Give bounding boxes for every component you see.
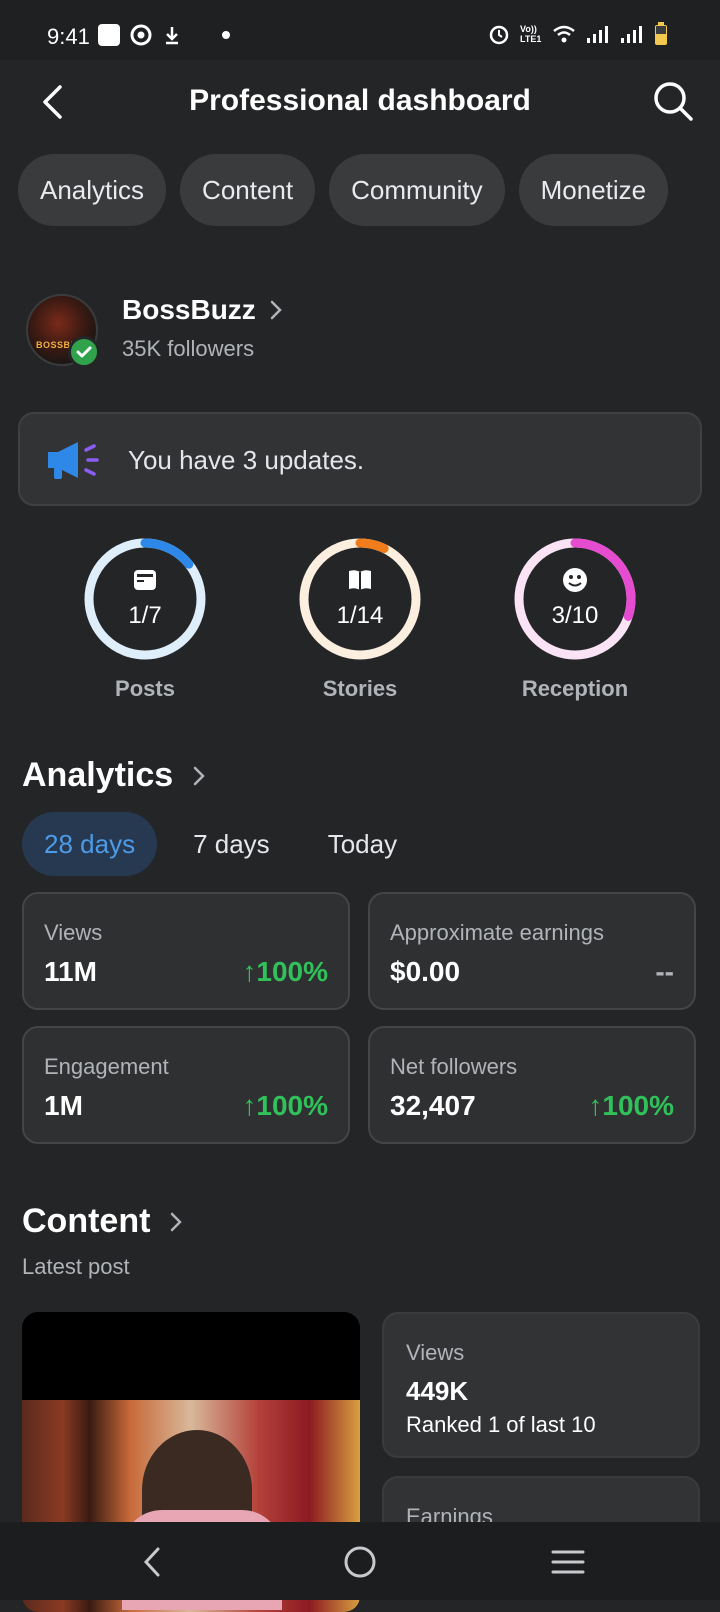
metric-value: 1M <box>44 1090 83 1121</box>
ring-reception[interactable]: 3/10 Reception <box>512 536 638 701</box>
chip-analytics[interactable]: Analytics <box>18 154 167 226</box>
search-button[interactable] <box>648 76 698 126</box>
metric-delta-value: 100% <box>602 1090 674 1121</box>
ring-value: 1/7 <box>128 602 162 629</box>
tab-28-days[interactable]: 28 days <box>22 812 158 876</box>
views-rank: Ranked 1 of last 10 <box>406 1412 596 1437</box>
metric-delta: ↑100% <box>242 956 328 988</box>
nav-back-button[interactable] <box>128 1538 176 1586</box>
metric-value: 11M <box>44 956 97 987</box>
header: Professional dashboard <box>0 60 720 148</box>
progress-ring <box>84 538 206 660</box>
check-icon <box>76 346 92 358</box>
ring-label: Stories <box>322 676 398 701</box>
progress-ring <box>299 538 421 660</box>
metric-delta-value: -- <box>655 956 674 987</box>
alarm-icon <box>489 25 509 45</box>
nav-home-button[interactable] <box>336 1538 384 1586</box>
tab-today[interactable]: Today <box>306 812 419 876</box>
chevron-right-icon <box>270 300 282 320</box>
menu-icon <box>551 1550 585 1574</box>
metric-card-engagement[interactable]: Engagement 1M ↑100% <box>22 1026 350 1144</box>
metric-label: Approximate earnings <box>390 920 605 945</box>
progress-ring <box>514 538 636 660</box>
verified-badge <box>68 336 100 368</box>
back-icon <box>143 1547 160 1577</box>
content-header[interactable]: Content <box>22 1202 183 1241</box>
views-value: 449K <box>406 1376 469 1406</box>
book-icon <box>349 570 371 590</box>
analytics-header[interactable]: Analytics <box>22 756 205 795</box>
ring-value: 3/10 <box>551 602 599 629</box>
metric-value: $0.00 <box>390 956 461 987</box>
dot-icon <box>222 31 230 39</box>
tab-7-days[interactable]: 7 days <box>171 812 292 876</box>
metric-label: Engagement <box>44 1054 169 1079</box>
ring-value: 1/14 <box>336 602 384 629</box>
download-icon <box>166 27 178 45</box>
status-bar: 9:41 Vo)) LTE1 <box>0 0 720 60</box>
signal-icon <box>587 26 608 43</box>
section-chips: Analytics Content Community Monetize <box>18 154 669 226</box>
megaphone-icon <box>48 442 99 479</box>
profile-name: BossBuzz <box>122 294 256 325</box>
post-icon <box>134 570 156 590</box>
wifi-icon <box>553 25 575 43</box>
status-system-icons: Vo)) LTE1 <box>488 22 668 46</box>
chip-monetize[interactable]: Monetize <box>518 154 669 226</box>
smile-icon <box>563 568 587 592</box>
follower-count: 35K followers <box>122 336 255 361</box>
arrow-up-icon: ↑ <box>588 1090 603 1121</box>
ring-label: Posts <box>115 676 175 701</box>
updates-card[interactable]: You have 3 updates. <box>18 412 702 506</box>
chip-content[interactable]: Content <box>180 154 316 226</box>
section-title: Analytics <box>22 756 174 794</box>
views-label: Views <box>406 1340 465 1365</box>
signal-icon-2 <box>621 26 642 43</box>
home-icon <box>344 1546 376 1578</box>
metric-card-net-followers[interactable]: Net followers 32,407 ↑100% <box>368 1026 696 1144</box>
system-nav-bar <box>0 1522 720 1600</box>
profile-name-link[interactable]: BossBuzz <box>122 294 282 326</box>
nav-recents-button[interactable] <box>544 1538 592 1586</box>
metric-label: Net followers <box>390 1054 518 1079</box>
metric-card-earnings[interactable]: Approximate earnings $0.00 -- <box>368 892 696 1010</box>
arrow-up-icon: ↑ <box>242 956 257 987</box>
chevron-right-icon <box>171 1212 183 1231</box>
status-notification-icons <box>98 24 232 46</box>
metric-delta-value: 100% <box>256 956 328 987</box>
latest-post-label: Latest post <box>22 1254 130 1279</box>
updates-text: You have 3 updates. <box>128 445 365 475</box>
chrome-icon <box>130 24 152 46</box>
ring-stories[interactable]: 1/14 Stories <box>297 536 423 701</box>
page-title: Professional dashboard <box>189 84 531 117</box>
metric-card-views[interactable]: Views 11M ↑100% <box>22 892 350 1010</box>
latest-post-views-card[interactable]: Views 449K Ranked 1 of last 10 <box>382 1312 700 1458</box>
chevron-right-icon <box>193 766 205 785</box>
status-time: 9:41 <box>47 24 90 49</box>
metric-delta: ↑100% <box>588 1090 674 1122</box>
ring-label: Reception <box>521 676 629 701</box>
ring-posts[interactable]: 1/7 Posts <box>82 536 208 701</box>
metric-delta-value: 100% <box>256 1090 328 1121</box>
metric-value: 32,407 <box>390 1090 476 1121</box>
date-range-tabs: 28 days 7 days Today <box>22 812 419 876</box>
search-icon <box>654 82 693 121</box>
arrow-up-icon: ↑ <box>242 1090 257 1121</box>
metric-delta: ↑100% <box>242 1090 328 1122</box>
network-label: Vo)) LTE1 <box>520 24 542 44</box>
chip-community[interactable]: Community <box>329 154 505 226</box>
section-title: Content <box>22 1202 151 1240</box>
metric-label: Views <box>44 920 103 945</box>
battery-icon <box>655 22 667 45</box>
app-notification-icon <box>98 24 120 46</box>
